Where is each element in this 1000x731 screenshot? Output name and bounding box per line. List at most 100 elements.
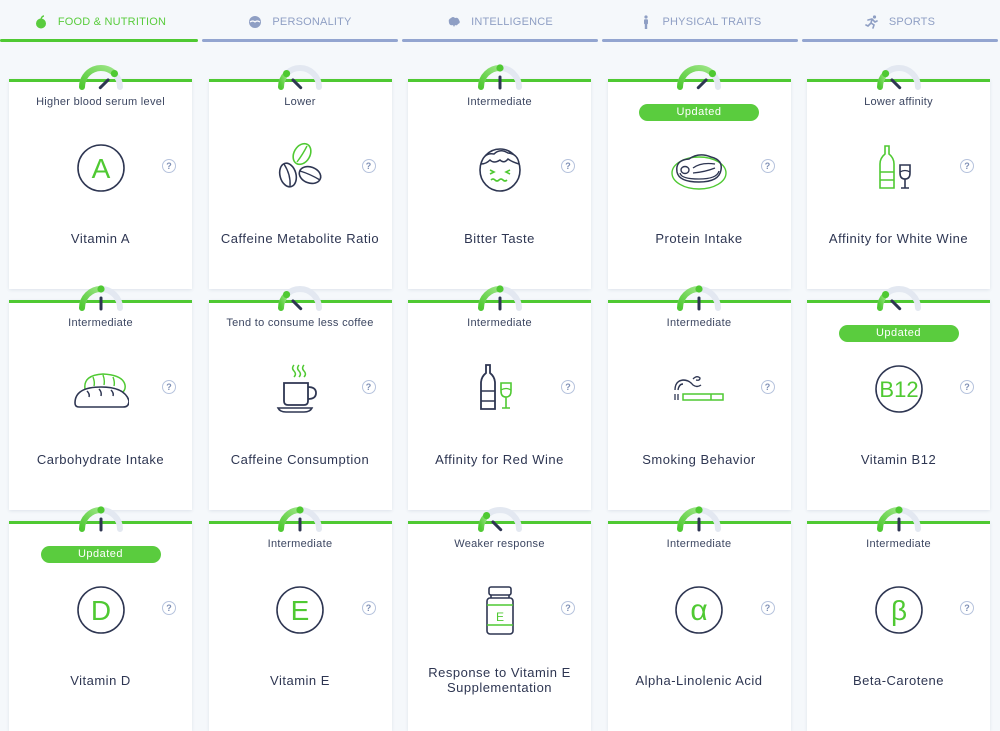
trait-card[interactable]: Updated B12? Vitamin B12 (807, 286, 990, 510)
gauge-meter (76, 283, 126, 313)
person-icon (639, 15, 653, 29)
gauge-marker (495, 64, 504, 72)
supplement-bottle-icon: E (472, 582, 528, 638)
updated-badge: Updated (838, 325, 959, 342)
gauge-marker (296, 506, 304, 514)
apple-icon (34, 15, 48, 29)
trait-card[interactable]: Higher blood serum level A? Vitamin A (9, 65, 192, 289)
trait-card[interactable]: Weaker response E? Response to Vitamin E … (408, 507, 591, 731)
vitamin-a-icon: A (73, 140, 129, 196)
help-icon[interactable]: ? (561, 601, 575, 615)
svg-text:B12: B12 (879, 377, 918, 402)
tab-physical-traits[interactable]: PHYSICAL TRAITS (600, 0, 800, 44)
gauge-fill (278, 507, 303, 532)
gauge-fill (78, 286, 104, 311)
coffee-cup-icon (272, 361, 328, 417)
trait-card[interactable]: Intermediate E? Vitamin E (208, 506, 392, 731)
tab-intelligence[interactable]: INTELLIGENCE (400, 0, 600, 44)
gauge-needle (490, 520, 502, 532)
trait-title: Carbohydrate Intake (36, 451, 165, 467)
help-icon[interactable]: ? (361, 601, 376, 615)
gauge-marker (482, 511, 490, 520)
tab-label: INTELLIGENCE (471, 16, 553, 28)
help-icon[interactable]: ? (561, 159, 575, 173)
vitamin-e-icon: E (272, 582, 328, 638)
help-icon[interactable]: ? (760, 380, 775, 394)
help-icon[interactable]: ? (361, 159, 376, 173)
help-icon[interactable]: ? (960, 601, 974, 615)
help-icon[interactable]: ? (361, 380, 376, 394)
trait-title: Bitter Taste (464, 230, 535, 246)
trait-title: Caffeine Consumption (230, 451, 370, 467)
help-icon[interactable]: ? (960, 380, 974, 394)
gauge-fill (677, 507, 702, 532)
help-icon[interactable]: ? (162, 380, 176, 394)
trait-card[interactable]: Intermediate ? Affinity for Red Wine (408, 285, 591, 510)
gauge-fill (78, 65, 117, 90)
runner-icon (865, 15, 879, 29)
trait-title: Caffeine Metabolite Ratio (220, 230, 380, 246)
tab-sports[interactable]: SPORTS (800, 0, 1000, 44)
gauge-meter (874, 62, 924, 92)
beta-icon: β (871, 582, 927, 638)
tab-label: SPORTS (888, 16, 936, 28)
help-icon[interactable]: ? (960, 159, 974, 173)
gauge-meter (475, 283, 525, 313)
gauge-meter (874, 504, 924, 534)
tab-label: PHYSICAL TRAITS (662, 16, 762, 28)
help-icon[interactable]: ? (760, 159, 775, 173)
result-status: Tend to consume less coffee (226, 317, 374, 329)
gauge-meter (674, 62, 724, 92)
vitamin-d-icon: D (73, 582, 129, 638)
trait-title: Affinity for Red Wine (435, 451, 564, 467)
gauge-meter (674, 283, 724, 313)
gauge-needle (291, 78, 303, 90)
help-icon[interactable]: ? (760, 601, 775, 615)
gauge-marker (96, 506, 105, 514)
help-icon[interactable]: ? (162, 601, 176, 615)
svg-text:A: A (91, 153, 110, 184)
trait-card[interactable]: Intermediate ? Bitter Taste (408, 64, 591, 289)
trait-card[interactable]: Updated D? Vitamin D (9, 506, 192, 731)
tab-label: PERSONALITY (272, 16, 352, 28)
steak-icon (671, 140, 727, 196)
svg-text:E: E (291, 595, 310, 626)
trait-card[interactable]: Intermediate ? Smoking Behavior (607, 285, 791, 510)
gauge-marker (881, 290, 889, 299)
trait-card[interactable]: Intermediate α? Alpha-Linolenic Acid (607, 506, 791, 731)
trait-card[interactable]: Tend to consume less coffee ? Caffeine Co… (208, 286, 392, 510)
gauge-meter (275, 504, 325, 534)
trait-card[interactable]: Lower ? Caffeine Metabolite Ratio (208, 65, 392, 289)
gauge-marker (695, 506, 703, 514)
bread-icon (73, 361, 129, 417)
tab-food-nutrition[interactable]: FOOD & NUTRITION (0, 0, 200, 44)
help-icon[interactable]: ? (561, 380, 575, 394)
trait-title: Alpha-Linolenic Acid (635, 672, 763, 688)
trait-card[interactable]: Intermediate ? Carbohydrate Intake (9, 285, 192, 510)
tab-personality[interactable]: PERSONALITY (200, 0, 400, 44)
trait-title: Vitamin A (70, 230, 131, 246)
trait-card[interactable]: Updated ? Protein Intake (607, 65, 791, 289)
result-status: Intermediate (267, 538, 333, 550)
bitter-face-icon (472, 140, 528, 196)
gauge-meter (76, 62, 126, 92)
gauge-marker (282, 69, 291, 78)
gauge-fill (477, 286, 503, 311)
updated-badge: Updated (40, 546, 161, 563)
svg-text:D: D (90, 595, 110, 626)
svg-text:β: β (890, 595, 906, 626)
coffee-beans-icon (272, 140, 328, 196)
gauge-needle (696, 78, 708, 90)
help-icon[interactable]: ? (162, 159, 176, 173)
result-status: Intermediate (68, 317, 133, 329)
trait-card[interactable]: Intermediate β? Beta-Carotene (807, 506, 990, 731)
result-status: Lower affinity (864, 96, 933, 108)
trait-title: Response to Vitamin E Supplementation (428, 665, 571, 695)
trait-title: Vitamin D (70, 672, 131, 688)
gauge-fill (876, 507, 902, 532)
trait-title: Smoking Behavior (642, 451, 756, 467)
trait-title: Affinity for White Wine (828, 230, 969, 246)
gauge-needle (98, 78, 110, 90)
gauge-meter (275, 62, 325, 92)
trait-card[interactable]: Lower affinity ? Affinity for White Wine (807, 65, 990, 289)
